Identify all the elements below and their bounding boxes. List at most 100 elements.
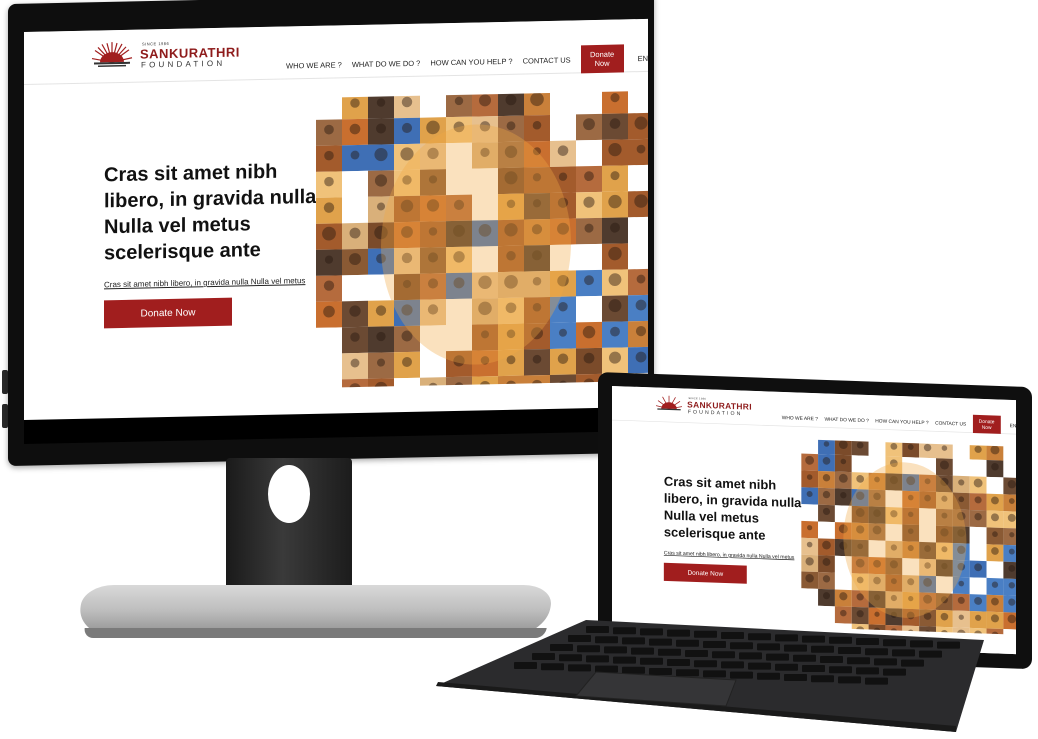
mosaic-tile (986, 561, 1004, 579)
keyboard-key (595, 636, 618, 644)
keyboard-key (649, 668, 672, 675)
hero-subtitle-link[interactable]: Cras sit amet nibh libero, in gravida nu… (664, 550, 795, 560)
tablet-website: SINCE 1986 SANKURATHRI FOUNDATION WHO WE… (612, 386, 1016, 655)
photo-mosaic-image (316, 90, 648, 388)
hero-donate-button[interactable]: Donate Now (104, 297, 232, 329)
keyboard-key (685, 650, 708, 657)
mosaic-tile (394, 377, 420, 388)
nav-donate-button[interactable]: Donate Now (580, 44, 624, 74)
mosaic-tile (576, 90, 602, 115)
nav-how-can-you-help[interactable]: HOW CAN YOU HELP ? (875, 418, 928, 426)
keyboard-key (694, 630, 717, 638)
nav-what-do-we-do[interactable]: WHAT DO WE DO ? (352, 58, 420, 68)
keyboard-key (937, 641, 960, 649)
nav-contact-us[interactable]: CONTACT US (935, 420, 966, 427)
keyboard-key (784, 674, 807, 681)
keyboard-key (586, 655, 609, 663)
logo[interactable]: SINCE 1986 SANKURATHRI FOUNDATION (655, 394, 752, 419)
mosaic-tile (576, 139, 602, 167)
sun-rays-logo-icon (91, 42, 133, 67)
mosaic-tile (952, 441, 970, 460)
keyboard-key (856, 667, 879, 675)
keyboard-key (640, 628, 663, 636)
keyboard-key (874, 658, 897, 666)
mosaic-tile (576, 295, 602, 323)
photo-mosaic (801, 439, 1016, 635)
nav-who-we-are[interactable]: WHO WE ARE ? (782, 414, 818, 421)
keyboard-key (775, 663, 798, 671)
keyboard-image (436, 620, 984, 732)
keyboard-key (667, 659, 690, 666)
keyboard-key (658, 648, 681, 656)
mosaic-tile (1003, 527, 1016, 546)
keyboard-key (739, 652, 762, 660)
website: SINCE 1986 SANKURATHRI FOUNDATION WHO WE… (24, 18, 648, 426)
keyboard-key (559, 654, 582, 662)
keyboard-key (820, 656, 843, 663)
language-selector[interactable]: EN (1010, 422, 1016, 428)
nav-how-can-you-help[interactable]: HOW CAN YOU HELP ? (430, 56, 512, 67)
mosaic-tile (801, 504, 819, 522)
keyboard-key (568, 664, 591, 672)
monitor-stand-cable-hole (268, 465, 310, 523)
keyboard-key (784, 644, 807, 652)
website: SINCE 1986 SANKURATHRI FOUNDATION WHO WE… (612, 386, 1016, 655)
keyboard-key (811, 675, 834, 683)
keyboard-key (676, 639, 699, 647)
keyboard-key (622, 666, 645, 674)
keyboard-key (883, 639, 906, 647)
keyboard-key (730, 671, 753, 679)
keyboard-key (532, 653, 555, 660)
keyboard-key (631, 647, 654, 655)
photo-mosaic-image (801, 439, 1016, 635)
mosaic-tile (986, 476, 1004, 495)
hero-subtitle-link[interactable]: Cras sit amet nibh libero, in gravida nu… (104, 276, 305, 289)
nav-contact-us[interactable]: CONTACT US (523, 55, 571, 65)
keyboard-key (730, 642, 753, 650)
tablet-keyboard (436, 620, 984, 732)
keyboard-key (919, 650, 942, 658)
logo-subtitle: FOUNDATION (141, 58, 226, 70)
nav-what-do-we-do[interactable]: WHAT DO WE DO ? (824, 416, 868, 423)
logo[interactable]: SINCE 1986 SANKURATHRI FOUNDATION (90, 37, 240, 74)
keyboard-key (757, 672, 780, 680)
keyboard-key (883, 668, 906, 676)
keyboard-key (865, 677, 888, 685)
keyboard-key (604, 646, 627, 654)
nav-who-we-are[interactable]: WHO WE ARE ? (286, 60, 342, 70)
mosaic-tile (834, 572, 852, 591)
mosaic-tile (868, 439, 886, 457)
nav-donate-button[interactable]: Donate Now (972, 414, 1001, 434)
mosaic-tile (1003, 494, 1016, 512)
mosaic-tile (628, 164, 648, 192)
keyboard-key (703, 670, 726, 678)
keyboard-key (703, 641, 726, 648)
keyboard-key (829, 666, 852, 674)
keyboard-key (721, 661, 744, 669)
language-selector[interactable]: EN (638, 53, 648, 62)
mosaic-tile (342, 274, 368, 302)
keyboard-key (613, 627, 636, 635)
keyboard-key (667, 629, 690, 637)
keyboard-key (568, 635, 591, 642)
keyboard-key (514, 662, 537, 669)
mosaic-tile (550, 90, 576, 115)
tablet-screen: SINCE 1986 SANKURATHRI FOUNDATION WHO WE… (612, 386, 1016, 655)
mosaic-tile (446, 376, 472, 388)
keyboard-key (649, 638, 672, 646)
keyboard-key (847, 657, 870, 665)
mosaic-tile (576, 243, 602, 271)
mosaic-tile (969, 543, 987, 562)
mosaic-tile (628, 216, 648, 244)
main-nav: WHO WE ARE ? WHAT DO WE DO ? HOW CAN YOU… (782, 411, 1016, 434)
logo-subtitle: FOUNDATION (687, 408, 743, 417)
keyboard-key (766, 653, 789, 661)
keyboard-key (829, 636, 852, 644)
keyboard-key (910, 640, 933, 648)
mosaic-tile (969, 459, 987, 477)
keyboard-key (676, 669, 699, 677)
mosaic-tile (628, 90, 648, 114)
photo-mosaic (316, 90, 648, 388)
sun-rays-logo-icon (655, 395, 683, 411)
hero-donate-button[interactable]: Donate Now (663, 562, 747, 584)
